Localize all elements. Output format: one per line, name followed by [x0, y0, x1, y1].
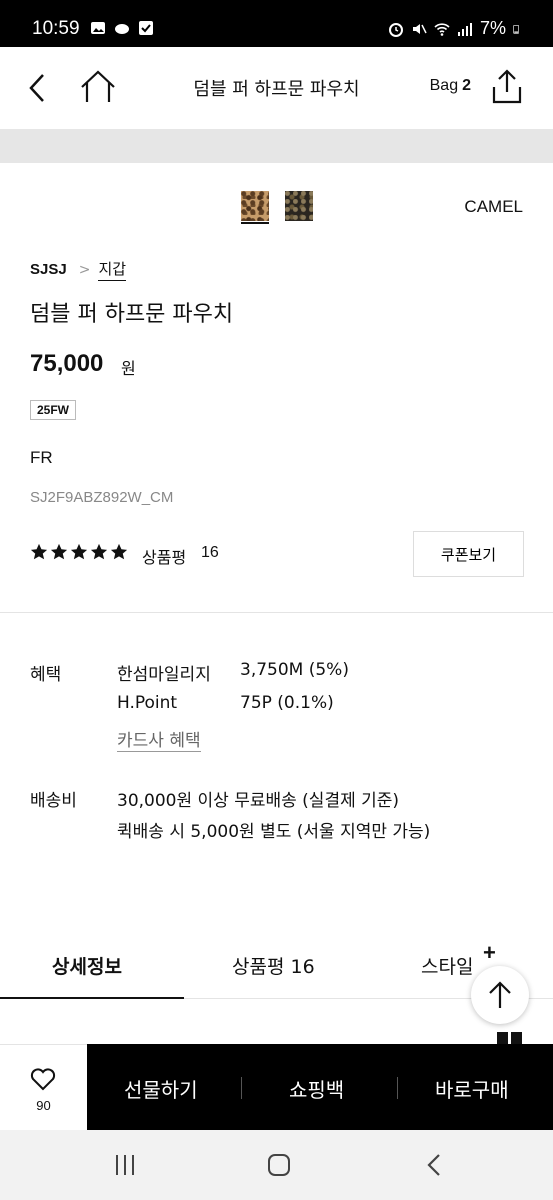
- battery-percent: 7%: [479, 18, 506, 38]
- product-code: SJ2F9ABZ892W_CM: [30, 489, 174, 506]
- benefit-value: 75P (0.1%): [240, 693, 334, 713]
- system-icons: 7%: [388, 18, 523, 39]
- tab-style[interactable]: 스타일: [421, 952, 473, 979]
- star-icon: [110, 543, 128, 560]
- bag-count: 2: [462, 77, 471, 94]
- home-button-icon[interactable]: [266, 1152, 292, 1178]
- image-area-bottom: [0, 129, 553, 163]
- purchase-actions: 선물하기 쇼핑백 바로구매: [87, 1044, 553, 1130]
- buy-now-button[interactable]: 바로구매: [435, 1074, 509, 1103]
- wifi-icon: [434, 22, 450, 36]
- brand-link[interactable]: SJSJ: [30, 261, 67, 278]
- section-divider: [0, 612, 553, 613]
- star-icon: [50, 543, 68, 560]
- partial-icon: [497, 1032, 522, 1044]
- status-bar: 10:59 7%: [0, 0, 553, 47]
- bottom-action-bar: 90 선물하기 쇼핑백 바로구매: [0, 1044, 553, 1130]
- bag-label: Bag: [429, 77, 459, 94]
- detail-tabs: 상세정보 상품평 16 스타일 +: [0, 940, 553, 1000]
- color-swatch-dark[interactable]: [285, 191, 313, 221]
- chevron-right-icon: >: [78, 261, 91, 278]
- color-swatch-camel[interactable]: [241, 191, 269, 221]
- benefit-name: 한섬마일리지: [117, 665, 211, 685]
- star-icon: [90, 543, 108, 560]
- battery-icon: [513, 24, 519, 34]
- product-name: 덤블 퍼 하프문 파우치: [30, 302, 234, 327]
- cloud-icon: [115, 24, 129, 34]
- tab-review[interactable]: 상품평 16: [232, 952, 315, 979]
- mute-icon: [412, 23, 427, 34]
- benefit-name: H.Point: [117, 693, 178, 713]
- action-divider: [397, 1077, 398, 1099]
- category-link[interactable]: 지갑: [98, 258, 127, 281]
- system-nav-bar: [0, 1130, 553, 1200]
- breadcrumb: SJSJ > 지갑: [30, 258, 127, 281]
- coupon-button[interactable]: 쿠폰보기: [413, 531, 524, 577]
- season-badge: 25FW: [30, 400, 77, 420]
- review-label[interactable]: 상품평: [142, 544, 186, 568]
- shipping-line-2: 퀵배송 시 5,000원 별도 (서울 지역만 가능): [117, 822, 431, 842]
- plus-icon: +: [483, 940, 496, 965]
- back-icon[interactable]: [422, 1152, 448, 1178]
- star-icon: [70, 543, 88, 560]
- review-count[interactable]: 16: [201, 544, 219, 562]
- check-icon: [139, 21, 153, 35]
- card-benefit-row: 카드사 혜택: [117, 726, 201, 752]
- tab-active-indicator: [0, 997, 184, 999]
- heart-icon: [30, 1068, 56, 1091]
- rating-stars[interactable]: [30, 543, 128, 561]
- scroll-top-button[interactable]: [471, 966, 529, 1024]
- bag-button[interactable]: Bag 2: [430, 77, 471, 95]
- status-time: 10:59: [32, 18, 80, 39]
- wishlist-button[interactable]: 90: [0, 1044, 87, 1130]
- price-unit: 원: [121, 359, 136, 378]
- tab-detail[interactable]: 상세정보: [52, 952, 122, 979]
- gift-button[interactable]: 선물하기: [124, 1074, 198, 1103]
- card-benefit-link[interactable]: 카드사 혜택: [117, 731, 201, 752]
- product-origin: FR: [30, 448, 53, 467]
- recent-apps-icon[interactable]: [112, 1152, 138, 1178]
- wishlist-count: 90: [36, 1098, 51, 1113]
- product-price: 75,000: [30, 350, 104, 377]
- benefits-label: 혜택: [30, 665, 62, 685]
- alarm-icon: [388, 22, 403, 37]
- top-nav: 덤블 퍼 하프문 파우치 Bag 2: [0, 47, 553, 129]
- shipping-line-1: 30,000원 이상 무료배송 (실결제 기준): [117, 791, 400, 811]
- arrow-up-icon: [489, 981, 511, 1008]
- selected-color-name: CAMEL: [464, 197, 523, 216]
- add-to-bag-button[interactable]: 쇼핑백: [289, 1074, 344, 1103]
- signal-icon: [457, 22, 472, 36]
- notification-icons: [90, 20, 154, 36]
- swatch-selected-indicator: [241, 222, 269, 224]
- action-divider: [241, 1077, 242, 1099]
- gallery-icon: [91, 22, 105, 34]
- benefit-value: 3,750M (5%): [240, 660, 349, 680]
- shipping-label: 배송비: [30, 791, 77, 811]
- share-icon[interactable]: [491, 69, 523, 105]
- star-icon: [30, 543, 48, 560]
